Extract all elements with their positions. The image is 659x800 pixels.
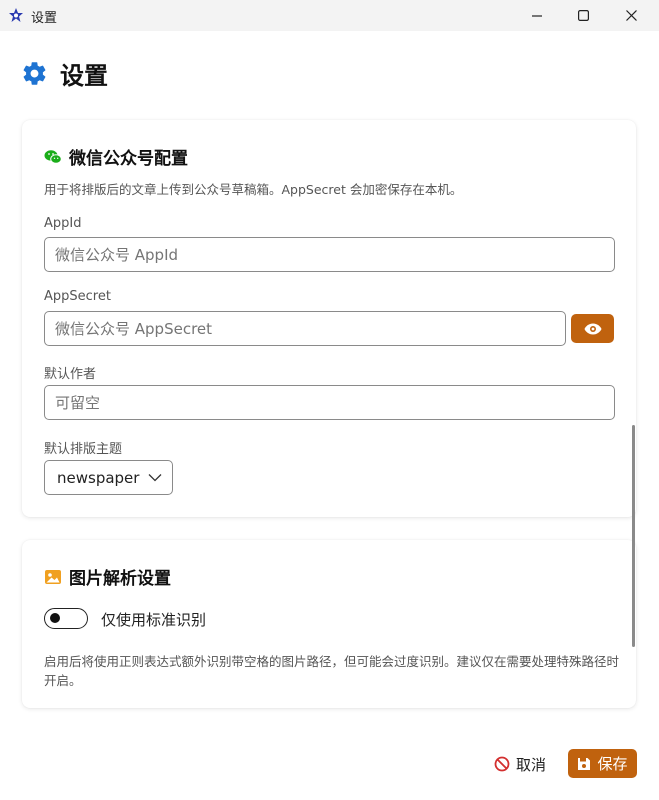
appid-label: AppId xyxy=(44,216,82,231)
appid-input[interactable] xyxy=(44,237,615,272)
theme-label: 默认排版主题 xyxy=(44,442,123,457)
save-label: 保存 xyxy=(597,755,628,773)
author-label: 默认作者 xyxy=(44,367,97,382)
image-card-header: 图片解析设置 xyxy=(44,564,171,589)
minimize-button[interactable] xyxy=(514,0,560,31)
cancel-button[interactable]: 取消 xyxy=(494,750,546,778)
gear-icon xyxy=(23,62,46,85)
save-icon xyxy=(578,757,591,770)
wechat-card-header: 微信公众号配置 xyxy=(44,144,188,169)
close-button[interactable] xyxy=(608,0,654,31)
image-description: 启用后将使用正则表达式额外识别带空格的图片路径，但可能会过度识别。建议仅在需要处… xyxy=(44,654,620,688)
eye-icon xyxy=(584,323,601,334)
cancel-label: 取消 xyxy=(516,755,547,774)
theme-select[interactable]: newspaper xyxy=(44,460,173,495)
page-title: 设置 xyxy=(60,62,108,90)
appsecret-input[interactable] xyxy=(44,311,566,346)
cancel-icon xyxy=(494,756,510,772)
page-header: 设置 xyxy=(21,56,108,91)
image-card-title: 图片解析设置 xyxy=(69,569,171,589)
save-button[interactable]: 保存 xyxy=(568,749,637,778)
wechat-card-title: 微信公众号配置 xyxy=(69,149,188,169)
toggle-knob xyxy=(50,613,60,623)
wechat-config-card: 微信公众号配置 用于将排版后的文章上传到公众号草稿箱。AppSecret 会加密… xyxy=(22,120,636,517)
maximize-icon xyxy=(577,10,589,21)
maximize-button[interactable] xyxy=(560,0,606,31)
title-bar: 设置 xyxy=(0,0,659,31)
standard-recognition-label: 仅使用标准识别 xyxy=(101,611,207,629)
close-icon xyxy=(625,10,637,21)
image-parse-card: 图片解析设置 仅使用标准识别 启用后将使用正则表达式额外识别带空格的图片路径，但… xyxy=(22,540,636,708)
standard-recognition-toggle[interactable] xyxy=(44,608,88,629)
author-input[interactable] xyxy=(44,385,615,420)
toggle-secret-visibility-button[interactable] xyxy=(571,314,614,343)
chevron-down-icon xyxy=(148,474,162,482)
wechat-icon xyxy=(44,149,62,164)
scrollbar-thumb[interactable] xyxy=(632,425,635,647)
appsecret-label: AppSecret xyxy=(44,289,111,304)
image-icon xyxy=(45,569,61,584)
wechat-description: 用于将排版后的文章上传到公众号草稿箱。AppSecret 会加密保存在本机。 xyxy=(44,182,463,197)
window-title: 设置 xyxy=(31,11,58,26)
theme-select-value: newspaper xyxy=(57,468,140,487)
app-star-icon xyxy=(9,8,23,22)
minimize-icon xyxy=(532,14,542,17)
